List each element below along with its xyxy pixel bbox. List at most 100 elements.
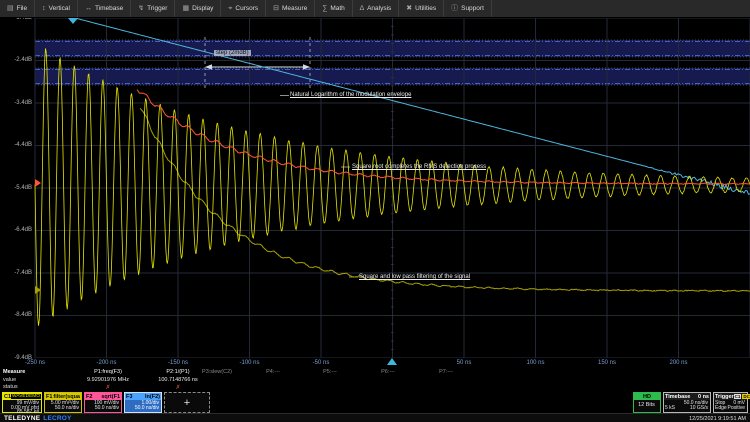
add-trace-button[interactable]: +	[164, 392, 210, 413]
x-axis-label: -200 ns	[96, 360, 116, 366]
channel-id: C1	[4, 394, 11, 400]
hd-bits: 12 Bits	[635, 403, 658, 408]
measure-status-p1: ✗	[105, 384, 110, 391]
trigger-label: Trigger	[715, 394, 734, 400]
timebase-descriptor[interactable]: Timebase 0 ns 50.0 ns/div 5 kS 10 GS/s	[663, 392, 711, 413]
trace-id: F3	[126, 394, 132, 400]
menu-item-display[interactable]: ▦Display	[175, 0, 221, 17]
channel-alias-badge: WAVEDEMO	[11, 394, 41, 399]
timebase-icon: ↔	[85, 5, 92, 12]
trace-function: sqrt(F1	[101, 394, 120, 400]
f1-zero-level-marker[interactable]	[35, 286, 41, 294]
f1-tdiv: 50.0 ns/div	[46, 406, 79, 411]
menu-item-trigger[interactable]: ↯Trigger	[131, 0, 175, 17]
measure-column-p4[interactable]: P4:---	[266, 369, 280, 375]
menu-item-timebase[interactable]: ↔Timebase	[78, 0, 131, 17]
plus-icon: +	[184, 397, 190, 409]
menu-item-label: Trigger	[147, 5, 167, 12]
measure-status-p2: ✗	[175, 384, 180, 391]
x-axis-label: -250 ns	[25, 360, 45, 366]
x-axis-label: -100 ns	[239, 360, 259, 366]
f2-zero-level-marker[interactable]	[35, 179, 41, 187]
measure-column-p5[interactable]: P5:---	[323, 369, 337, 375]
hd-label: HD	[643, 394, 651, 400]
step-annotation-label[interactable]: step (2mdB)	[214, 50, 251, 56]
y-axis-label: -6.4dB	[0, 227, 32, 233]
menu-item-label: Timebase	[95, 5, 123, 12]
file-icon: ▤	[7, 5, 14, 12]
cursors-icon: ⌖	[228, 5, 232, 12]
timebase-rate: 10 GS/s	[690, 406, 708, 411]
trigger-type: Edge	[715, 406, 727, 411]
timebase-offset: 0 ns	[698, 394, 709, 400]
x-axis-label: -150 ns	[168, 360, 188, 366]
measure-column-p2[interactable]: P2:1/(P1)	[166, 369, 189, 375]
menu-item-vertical[interactable]: ↕Vertical	[35, 0, 78, 17]
menu-item-utilities[interactable]: ✖Utilities	[399, 0, 444, 17]
trigger-descriptor[interactable]: Trigger C1 DC Stop 0 mV Edge Positive	[713, 392, 748, 413]
menu-item-label: File	[17, 5, 27, 12]
trigger-source-badge: C1	[734, 394, 742, 399]
menu-item-measure[interactable]: ⊟Measure	[266, 0, 315, 17]
x-axis-label: 100 ns	[526, 360, 544, 366]
menu-item-label: Vertical	[49, 5, 70, 12]
x-axis-label: 150 ns	[598, 360, 616, 366]
menu-item-math[interactable]: ∑Math	[315, 0, 352, 17]
menu-item-file[interactable]: ▤File	[0, 0, 35, 17]
menu-item-cursors[interactable]: ⌖Cursors	[221, 0, 266, 17]
display-icon: ▦	[182, 5, 189, 12]
y-axis-label: -7.4dB	[0, 270, 32, 276]
x-axis-label: 200 ns	[669, 360, 687, 366]
trigger-icon: ↯	[138, 5, 144, 12]
y-axis-label: -3.4dB	[0, 100, 32, 106]
x-axis-label: -50 ns	[313, 360, 330, 366]
math-descriptor-f1[interactable]: F1 filter(squa 5.00 mV²/div 50.0 ns/div	[44, 392, 82, 413]
menu-item-label: Analysis	[367, 5, 391, 12]
hd-mode-descriptor[interactable]: HD 12 Bits	[633, 392, 661, 413]
trace-function: filter(squa	[53, 394, 80, 400]
timebase-samples: 5 kS	[665, 406, 675, 411]
menu-item-label: Cursors	[235, 5, 258, 12]
math-descriptor-f2[interactable]: F2 sqrt(F1 100 mV/div 50.0 ns/div	[84, 392, 122, 413]
measure-value-row-label: value	[3, 377, 16, 383]
measure-icon: ⊟	[273, 5, 279, 12]
trigger-coupling-badge: DC	[742, 394, 750, 399]
menu-item-label: Utilities	[415, 5, 436, 12]
math-descriptor-f3-selected[interactable]: F3 ln(F2) 1.00/div 50.0 ns/div	[124, 392, 162, 413]
annotation-natural-log[interactable]: Natural Logarithm of the modulation enve…	[290, 92, 411, 98]
menu-item-label: Support	[461, 5, 484, 12]
datetime-display: 12/25/2021 9:19:51 AM	[689, 416, 746, 422]
support-icon: ⓘ	[451, 5, 458, 12]
waveform-display[interactable]	[0, 18, 750, 358]
measure-column-p1[interactable]: P1:freq(F3)	[94, 369, 122, 375]
menu-item-analysis[interactable]: ∆Analysis	[353, 0, 400, 17]
channel-descriptor-c1[interactable]: C1 WAVEDEMO 99 mV/div 0.00 mV ofst 85.58…	[2, 392, 42, 413]
annotation-square-lowpass[interactable]: Square and low pass filtering of the sig…	[359, 274, 470, 280]
y-axis-label: -4.4dB	[0, 142, 32, 148]
brand-teledyne: TELEDYNE	[4, 415, 40, 422]
math-icon: ∑	[322, 5, 327, 12]
measure-column-p3[interactable]: P3:slew(C2)	[202, 369, 232, 375]
y-axis-label: -2.4dB	[0, 57, 32, 63]
trigger-slope: Positive	[727, 406, 745, 411]
measure-column-p6[interactable]: P6:---	[381, 369, 395, 375]
trace-f1[interactable]	[140, 108, 750, 291]
measure-section-label: Measure	[3, 369, 25, 375]
measure-value-p1: 9.92901976 MHz	[87, 377, 129, 383]
trace-id: F2	[86, 394, 92, 400]
menu-item-label: Display	[192, 5, 213, 12]
trace-id: F1	[46, 394, 52, 400]
menu-item-support[interactable]: ⓘSupport	[444, 0, 492, 17]
measure-column-p7[interactable]: P7:---	[439, 369, 453, 375]
utilities-icon: ✖	[406, 5, 412, 12]
brand-lecroy: LECROY	[43, 415, 71, 422]
measure-status-row-label: status	[3, 384, 18, 390]
annotation-square-root[interactable]: Square root completes the RMS detection …	[352, 164, 486, 170]
f3-trace-level-marker[interactable]	[68, 18, 78, 24]
analysis-icon: ∆	[360, 5, 364, 12]
trigger-time-marker[interactable]	[387, 358, 397, 365]
y-axis-label: -5.4dB	[0, 185, 32, 191]
menu-item-label: Measure	[282, 5, 307, 12]
timebase-label: Timebase	[665, 394, 690, 400]
oscilloscope-screen: ▤File↕Vertical↔Timebase↯Trigger▦Display⌖…	[0, 0, 750, 422]
